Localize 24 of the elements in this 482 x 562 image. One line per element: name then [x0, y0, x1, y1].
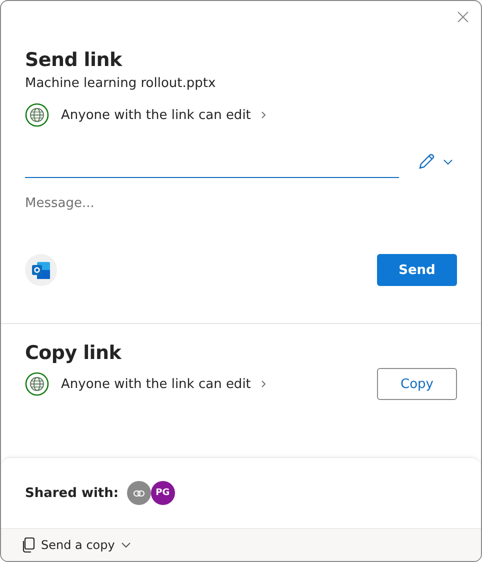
link-avatar[interactable]	[126, 481, 151, 505]
user-avatar[interactable]: PG	[150, 481, 175, 505]
outlook-button[interactable]	[25, 254, 57, 286]
chevron-icon	[260, 380, 266, 388]
send-copy-button[interactable]: Send a copy	[21, 537, 131, 553]
link-settings-button[interactable]: Anyone with the link can edit	[61, 108, 266, 122]
section-title: Copy link	[25, 342, 122, 364]
shared-with-label: Shared with:	[25, 486, 119, 500]
chevron-down-icon	[120, 542, 131, 548]
chevron-down-icon	[443, 158, 453, 164]
pencil-icon	[417, 153, 435, 170]
link-settings-button[interactable]: Anyone with the link can edit	[61, 376, 266, 392]
globe-icon	[25, 372, 49, 396]
copy-button[interactable]: Copy	[377, 368, 457, 400]
chevron-icon	[260, 111, 266, 119]
link-icon	[132, 490, 145, 496]
send-button[interactable]: Send	[377, 254, 457, 286]
close-icon	[457, 11, 469, 23]
mail-app-icon	[31, 260, 51, 280]
section-title: Send link	[25, 49, 124, 71]
file-name: Machine learning rollout.pptx	[25, 76, 217, 91]
globe-icon	[25, 103, 49, 127]
copy-icon	[21, 537, 35, 553]
close-button[interactable]	[455, 9, 471, 25]
